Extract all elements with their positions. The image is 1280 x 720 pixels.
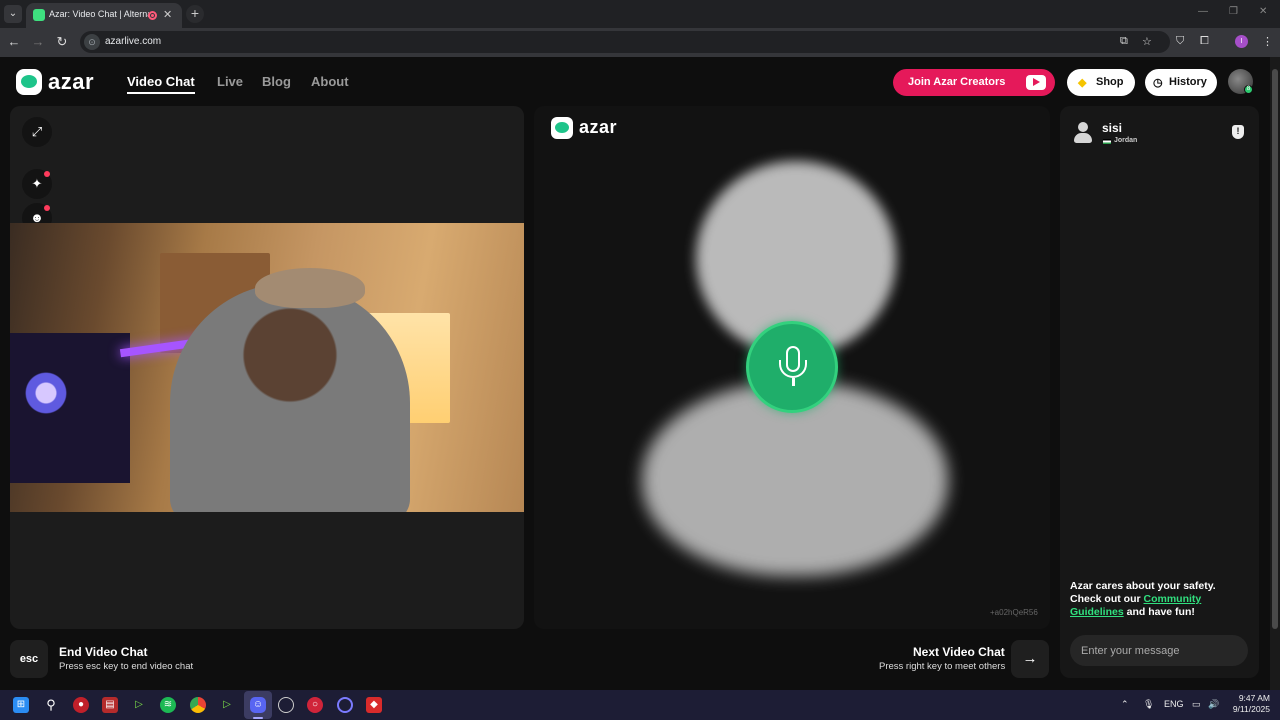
peer-name: sisi xyxy=(1102,121,1123,135)
azar-logo-icon xyxy=(551,117,573,139)
app-news-icon[interactable]: ▤ xyxy=(102,697,118,713)
nav-blog[interactable]: Blog xyxy=(262,74,291,89)
azar-logo-icon xyxy=(16,69,42,95)
camera-feed-person xyxy=(170,283,410,512)
microphone-icon xyxy=(746,321,838,413)
end-chat-hint: Press esc key to end video chat xyxy=(59,661,194,672)
camera-feed-monitor xyxy=(10,333,130,483)
diamond-icon: ◆ xyxy=(1078,77,1087,89)
browser-menu-icon[interactable]: ⋮ xyxy=(1262,35,1273,48)
page-scrollbar[interactable] xyxy=(1270,57,1280,690)
expand-icon[interactable]: ⤢ xyxy=(22,117,52,147)
nav-video-chat[interactable]: Video Chat xyxy=(127,74,195,94)
azar-app: azar Video Chat Live Blog About Join Aza… xyxy=(0,57,1270,690)
microphone-icon-arc xyxy=(779,360,807,378)
history-label: History xyxy=(1169,76,1207,88)
report-shield-icon[interactable]: ! xyxy=(1232,125,1244,139)
end-chat-title: End Video Chat xyxy=(59,645,148,659)
reload-icon[interactable]: ↻ xyxy=(54,34,70,50)
scroll-thumb[interactable] xyxy=(1272,69,1278,629)
site-info-icon[interactable]: ⊙ xyxy=(84,34,100,50)
spotify-icon[interactable]: ≋ xyxy=(160,697,176,713)
effects-notification-dot xyxy=(44,171,50,177)
search-icon[interactable]: ⚲ xyxy=(43,697,59,713)
windows-start-icon[interactable]: ⊞ xyxy=(13,697,29,713)
chrome-icon[interactable] xyxy=(190,697,206,713)
join-azar-creators-button[interactable]: Join Azar Creators xyxy=(893,69,1055,96)
install-app-icon[interactable]: ⧉ xyxy=(1120,35,1128,48)
address-bar[interactable]: ⊙ azarlive.com xyxy=(80,31,1170,53)
azar-logo-text: azar xyxy=(48,69,95,94)
browser-tab-azar[interactable]: Azar: Video Chat | Alternati ✕ xyxy=(26,3,182,28)
shop-button[interactable]: ◆ Shop xyxy=(1067,69,1135,96)
bookmark-star-icon[interactable]: ☆ xyxy=(1142,35,1152,48)
extensions-puzzle-icon[interactable]: ⧠ xyxy=(1200,35,1209,48)
shield-extension-icon[interactable]: ⛉ xyxy=(1176,35,1184,48)
close-window-icon[interactable]: ✕ xyxy=(1259,6,1267,17)
restore-window-icon[interactable]: ❐ xyxy=(1229,6,1238,17)
azar-favicon-icon xyxy=(33,9,45,21)
windows-taskbar: ⊞ ⚲ ● ▤ ▷ ≋ ▷ ☺ ○ ◆ ⌃ 🎙 ENG ▭ 🔊 9:47 AM … xyxy=(0,690,1280,720)
chat-message-input[interactable] xyxy=(1070,635,1248,666)
sticker-notification-dot xyxy=(44,205,50,211)
session-id: +a02hQeR56 xyxy=(990,608,1038,617)
app-green-arrow-2-icon[interactable]: ▷ xyxy=(219,697,235,713)
clock-date: 9/11/2025 xyxy=(1232,704,1270,714)
peer-country: Jordan xyxy=(1114,137,1138,144)
forward-arrow-icon[interactable]: → xyxy=(30,34,46,50)
app-media-icon[interactable]: ◆ xyxy=(366,697,382,713)
clock-icon: ◷ xyxy=(1153,77,1163,89)
safety-line1: Azar cares about your safety. xyxy=(1070,580,1216,592)
discord-icon[interactable]: ☺ xyxy=(250,697,266,713)
next-chat-title: Next Video Chat xyxy=(913,645,1005,659)
back-arrow-icon[interactable]: ← xyxy=(6,34,22,50)
creators-label: Join Azar Creators xyxy=(908,76,1006,88)
end-chat-esc-button[interactable]: esc xyxy=(10,640,48,678)
url-text[interactable]: azarlive.com xyxy=(105,36,161,47)
browser-profile-avatar[interactable]: I xyxy=(1235,35,1248,48)
recording-indicator-icon xyxy=(148,11,157,20)
microphone-icon-stem xyxy=(792,378,795,386)
peer-avatar-icon xyxy=(1074,122,1092,144)
safety-line2: Check out our Community Guidelines and h… xyxy=(1070,593,1250,619)
app-opera-icon[interactable]: ○ xyxy=(307,697,323,713)
tray-display-icon[interactable]: ▭ xyxy=(1192,699,1201,710)
avatar-badge: 8 xyxy=(1244,85,1253,94)
play-icon xyxy=(1026,75,1046,90)
app-red-icon[interactable]: ● xyxy=(73,697,89,713)
new-tab-button[interactable]: + xyxy=(186,5,204,23)
next-chat-hint: Press right key to meet others xyxy=(879,661,1006,672)
camera-feed-hat xyxy=(255,268,365,308)
browser-tab-strip: ⌄ Azar: Video Chat | Alternati ✕ + — ❐ ✕ xyxy=(0,0,1280,28)
shop-label: Shop xyxy=(1096,76,1124,88)
language-indicator[interactable]: ENG xyxy=(1164,699,1184,709)
history-button[interactable]: ◷ History xyxy=(1145,69,1217,96)
tray-volume-icon[interactable]: 🔊 xyxy=(1208,699,1219,710)
taskbar-active-indicator xyxy=(253,717,263,719)
safety-message: Azar cares about your safety. Check out … xyxy=(1070,580,1250,619)
jordan-flag-icon xyxy=(1103,139,1111,144)
remote-video-panel: azar +a02hQeR56 xyxy=(534,106,1050,629)
nav-about[interactable]: About xyxy=(311,74,349,89)
tab-search-chevron-icon[interactable]: ⌄ xyxy=(4,5,22,23)
nav-live[interactable]: Live xyxy=(217,74,243,89)
safety-suffix: and have fun! xyxy=(1126,606,1195,618)
app-ring-icon[interactable] xyxy=(337,697,353,713)
tab-title: Azar: Video Chat | Alternati xyxy=(49,9,149,19)
chat-panel: sisi Jordan ! Azar cares about your safe… xyxy=(1060,106,1259,678)
tray-mic-icon[interactable]: 🎙 xyxy=(1143,699,1154,710)
watermark-text: azar xyxy=(579,117,618,137)
clock-time: 9:47 AM xyxy=(1238,693,1270,703)
self-camera-feed xyxy=(10,223,524,512)
tray-chevron-icon[interactable]: ⌃ xyxy=(1121,699,1129,710)
self-video-panel: ⤢ ✦ ☻ xyxy=(10,106,524,629)
next-chat-arrow-button[interactable]: → xyxy=(1011,640,1049,678)
taskbar-clock[interactable]: 9:47 AM 9/11/2025 xyxy=(1226,693,1270,715)
browser-toolbar: ← → ↻ ⊙ azarlive.com ⧉ ☆ ⛉ ⧠ I ⋮ xyxy=(0,28,1280,57)
app-circle-icon[interactable] xyxy=(278,697,294,713)
minimize-window-icon[interactable]: — xyxy=(1198,6,1208,17)
safety-prefix: Check out our xyxy=(1070,593,1141,605)
app-green-arrow-icon[interactable]: ▷ xyxy=(131,697,147,713)
close-tab-icon[interactable]: ✕ xyxy=(163,8,172,21)
